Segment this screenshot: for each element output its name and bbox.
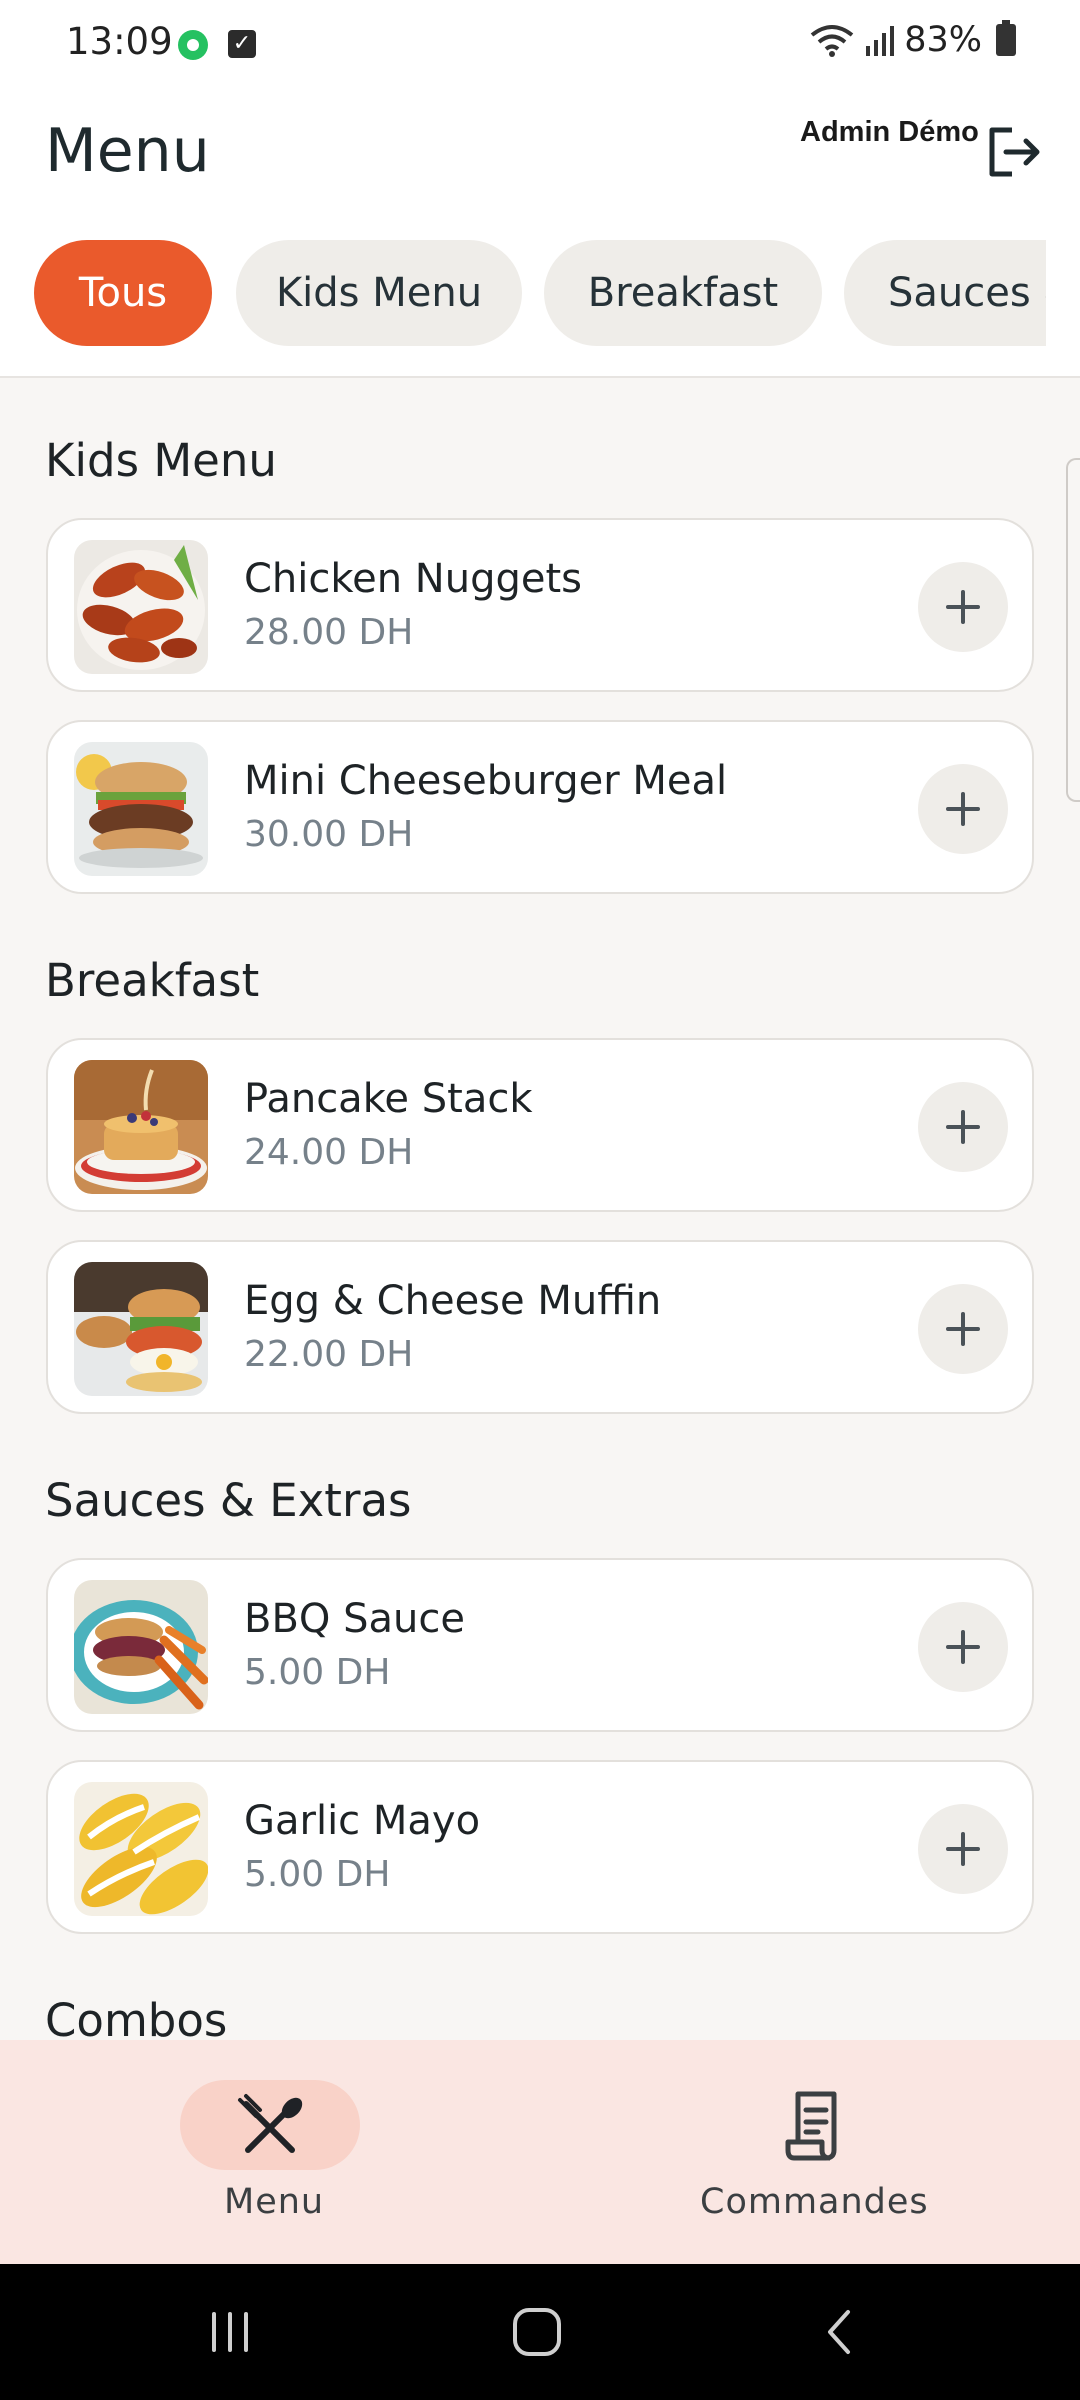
back-button[interactable] [812, 2300, 868, 2364]
back-icon [828, 2310, 850, 2354]
menu-list[interactable]: Kids Menu Chicken Nuggets 28.00 DH Mini … [0, 378, 1080, 2040]
item-image-pancake-stack [74, 1060, 208, 1194]
home-button[interactable] [505, 2300, 569, 2364]
item-name: Chicken Nuggets [244, 556, 582, 602]
page-title: Menu [45, 116, 210, 186]
status-time: 13:09 [66, 20, 173, 63]
app-header: Menu Admin Démo Tous Kids Menu Breakfast… [0, 90, 1080, 378]
status-bar: 13:09 ✓ 83% [0, 0, 1080, 90]
add-to-cart-button[interactable] [918, 1804, 1008, 1894]
battery-percent: 83% [904, 20, 982, 60]
section-title-breakfast: Breakfast [45, 954, 260, 1007]
section-title-sauces-extras: Sauces & Extras [45, 1474, 412, 1527]
chip-tous[interactable]: Tous [34, 240, 212, 346]
item-price: 5.00 DH [244, 1854, 391, 1895]
nav-label-menu[interactable]: Menu [224, 2182, 324, 2222]
plus-icon [946, 792, 980, 826]
notification-icons: ✓ [178, 30, 256, 60]
scroll-indicator[interactable] [1066, 458, 1080, 802]
item-price: 28.00 DH [244, 612, 414, 653]
recent-apps-icon [212, 2312, 248, 2352]
signal-icon [866, 26, 895, 56]
bottom-navigation: Menu Commandes [0, 2040, 1080, 2264]
menu-item-card[interactable]: BBQ Sauce 5.00 DH [46, 1558, 1034, 1732]
menu-item-card[interactable]: Pancake Stack 24.00 DH [46, 1038, 1034, 1212]
plus-icon [946, 590, 980, 624]
item-price: 24.00 DH [244, 1132, 414, 1173]
chip-breakfast[interactable]: Breakfast [544, 240, 822, 346]
receipt-icon [785, 2091, 837, 2161]
add-to-cart-button[interactable] [918, 1082, 1008, 1172]
chip-label: Kids Menu [275, 270, 483, 316]
item-image-garlic-mayo [74, 1782, 208, 1916]
item-name: Garlic Mayo [244, 1798, 481, 1844]
chip-label: Breakfast [587, 270, 779, 316]
nav-label-orders[interactable]: Commandes [700, 2182, 929, 2222]
user-name: Admin Démo [800, 116, 979, 148]
checkbox-icon: ✓ [228, 30, 256, 58]
item-name: BBQ Sauce [244, 1596, 465, 1642]
battery-icon [996, 20, 1016, 56]
item-image-bbq-sauce [74, 1580, 208, 1714]
plus-icon [946, 1312, 980, 1346]
item-price: 30.00 DH [244, 814, 414, 855]
menu-item-card[interactable]: Garlic Mayo 5.00 DH [46, 1760, 1034, 1934]
chip-label: Sauces & Extras [888, 270, 1046, 316]
add-to-cart-button[interactable] [918, 1284, 1008, 1374]
menu-item-card[interactable]: Mini Cheeseburger Meal 30.00 DH [46, 720, 1034, 894]
menu-item-card[interactable]: Egg & Cheese Muffin 22.00 DH [46, 1240, 1034, 1414]
logout-button[interactable] [982, 122, 1042, 182]
home-icon [513, 2308, 561, 2356]
system-navigation-bar [0, 2264, 1080, 2400]
nav-item-orders[interactable] [770, 2080, 860, 2170]
item-image-mini-cheeseburger [74, 742, 208, 876]
section-title-kids-menu: Kids Menu [45, 434, 277, 487]
plus-icon [946, 1832, 980, 1866]
logout-icon [989, 127, 1040, 177]
item-name: Mini Cheeseburger Meal [244, 758, 728, 804]
recent-apps-button[interactable] [200, 2304, 260, 2360]
item-price: 22.00 DH [244, 1334, 414, 1375]
chip-label: Tous [78, 270, 168, 316]
plus-icon [946, 1110, 980, 1144]
add-to-cart-button[interactable] [918, 562, 1008, 652]
chip-sauces-extras[interactable]: Sauces & Extras [844, 240, 1046, 346]
item-image-chicken-nuggets [74, 540, 208, 674]
fork-spoon-icon [238, 2094, 303, 2153]
item-image-egg-cheese-muffin [74, 1262, 208, 1396]
system-status: 83% [810, 20, 1016, 60]
add-to-cart-button[interactable] [918, 764, 1008, 854]
menu-item-card[interactable]: Chicken Nuggets 28.00 DH [46, 518, 1034, 692]
add-to-cart-button[interactable] [918, 1602, 1008, 1692]
category-chips: Tous Kids Menu Breakfast Sauces & Extras [0, 240, 1046, 350]
nav-item-menu[interactable] [180, 2080, 360, 2170]
chip-kids-menu[interactable]: Kids Menu [236, 240, 522, 346]
item-name: Pancake Stack [244, 1076, 533, 1122]
wifi-icon [810, 25, 854, 57]
plus-icon [946, 1630, 980, 1664]
item-price: 5.00 DH [244, 1652, 391, 1693]
item-name: Egg & Cheese Muffin [244, 1278, 662, 1324]
whatsapp-icon [178, 30, 208, 60]
section-title-combos: Combos [45, 1994, 228, 2040]
